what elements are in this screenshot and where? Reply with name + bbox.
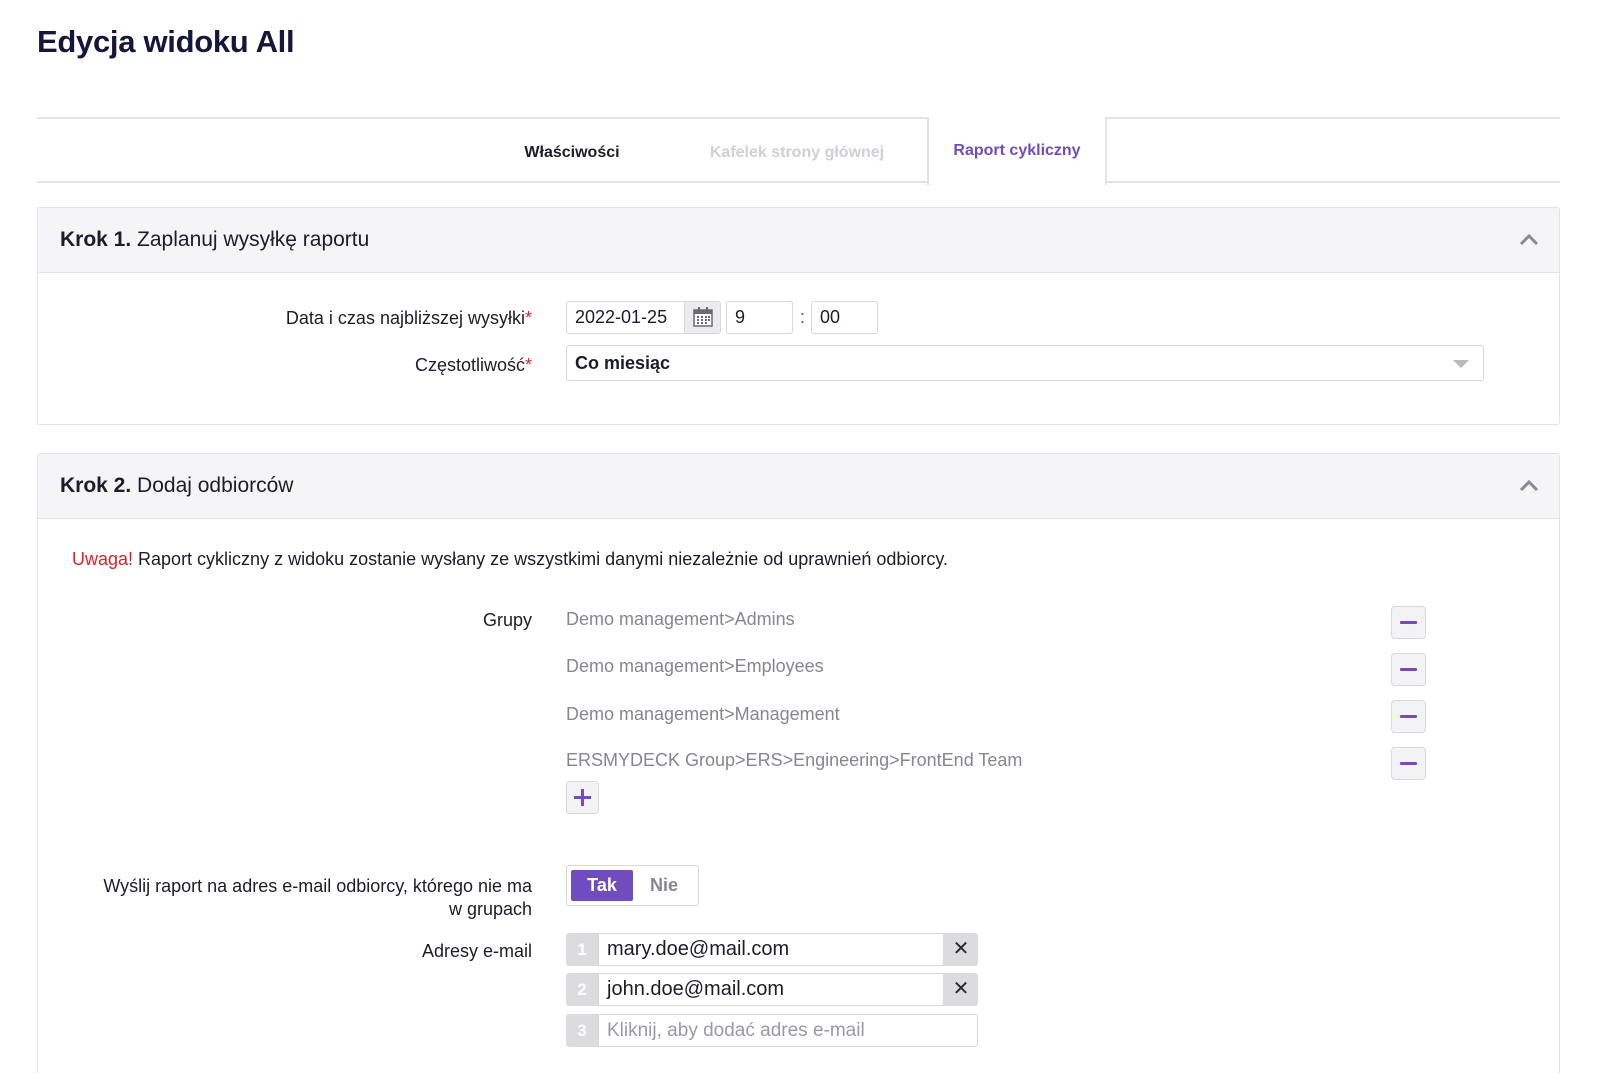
time-separator: : bbox=[800, 307, 806, 327]
add-group-button[interactable] bbox=[566, 781, 599, 814]
remove-group-button[interactable] bbox=[1391, 700, 1426, 733]
new-email-input[interactable]: Kliknij, aby dodać adres e-mail bbox=[598, 1014, 978, 1047]
warning-message: Uwaga! Raport cykliczny z widoku zostani… bbox=[72, 549, 948, 570]
toggle-no[interactable]: Nie bbox=[633, 870, 695, 901]
step1-panel: Krok 1. Zaplanuj wysyłkę raportu Data i … bbox=[37, 207, 1560, 425]
group-item: Demo management>Employees bbox=[566, 656, 824, 676]
dropdown-arrow-icon bbox=[1453, 360, 1469, 368]
step2-title-text: Dodaj odbiorców bbox=[137, 474, 294, 497]
frequency-value: Co miesiąc bbox=[575, 353, 671, 373]
email-index: 2 bbox=[566, 973, 598, 1006]
tab-cyclic-report[interactable]: Raport cykliczny bbox=[927, 117, 1107, 185]
toggle-yes[interactable]: Tak bbox=[571, 870, 633, 901]
send-outside-label-line1: Wyślij raport na adres e-mail odbiorcy, … bbox=[103, 876, 532, 896]
date-input[interactable]: 2022-01-25 bbox=[566, 301, 721, 334]
group-item: Demo management>Management bbox=[566, 704, 840, 724]
email-index: 1 bbox=[566, 933, 598, 966]
date-label-text: Data i czas najbliższej wysyłki bbox=[285, 308, 525, 328]
group-item: ERSMYDECK Group>ERS>Engineering>FrontEnd… bbox=[566, 750, 1023, 770]
step2-title: Krok 2. Dodaj odbiorców bbox=[60, 474, 293, 498]
date-label: Data i czas najbliższej wysyłki* bbox=[38, 308, 532, 329]
close-icon[interactable]: ✕ bbox=[944, 973, 978, 1006]
required-mark: * bbox=[524, 355, 532, 375]
required-mark: * bbox=[524, 308, 532, 328]
chevron-up-icon[interactable] bbox=[1519, 232, 1539, 246]
warning-text: Raport cykliczny z widoku zostanie wysła… bbox=[133, 549, 949, 569]
date-value: 2022-01-25 bbox=[575, 307, 668, 327]
send-outside-label-line2: w grupach bbox=[448, 899, 532, 919]
step1-title: Krok 1. Zaplanuj wysyłkę raportu bbox=[60, 228, 369, 252]
tab-properties[interactable]: Właściwości bbox=[492, 119, 652, 183]
tab-bar: Właściwości Kafelek strony głównej Rapor… bbox=[37, 117, 1560, 185]
remove-group-button[interactable] bbox=[1391, 653, 1426, 686]
page-title: Edycja widoku All bbox=[37, 24, 295, 59]
minute-input[interactable]: 00 bbox=[811, 301, 878, 334]
calendar-icon bbox=[693, 307, 713, 327]
step2-header[interactable]: Krok 2. Dodaj odbiorców bbox=[38, 454, 1559, 519]
email-index: 3 bbox=[566, 1014, 598, 1047]
frequency-select[interactable]: Co miesiąc bbox=[566, 345, 1484, 381]
step1-header[interactable]: Krok 1. Zaplanuj wysyłkę raportu bbox=[38, 208, 1559, 273]
close-icon[interactable]: ✕ bbox=[944, 933, 978, 966]
frequency-label-text: Częstotliwość bbox=[414, 355, 525, 375]
send-outside-toggle: Tak Nie bbox=[566, 865, 699, 906]
step2-panel: Krok 2. Dodaj odbiorców Uwaga! Raport cy… bbox=[37, 453, 1560, 1073]
step2-step: Krok 2. bbox=[60, 474, 132, 497]
send-outside-label: Wyślij raport na adres e-mail odbiorcy, … bbox=[38, 875, 532, 921]
group-item: Demo management>Admins bbox=[566, 609, 795, 629]
remove-group-button[interactable] bbox=[1391, 747, 1426, 780]
step1-title-text: Zaplanuj wysyłkę raportu bbox=[137, 228, 370, 251]
warning-prefix: Uwaga! bbox=[72, 549, 134, 569]
step1-step: Krok 1. bbox=[60, 228, 132, 251]
chevron-up-icon[interactable] bbox=[1519, 478, 1539, 492]
frequency-label: Częstotliwość* bbox=[38, 355, 532, 376]
emails-label: Adresy e-mail bbox=[421, 941, 532, 961]
calendar-button[interactable] bbox=[684, 302, 720, 333]
groups-label: Grupy bbox=[482, 610, 532, 630]
email-field[interactable]: john.doe@mail.com bbox=[598, 973, 944, 1006]
remove-group-button[interactable] bbox=[1391, 606, 1426, 639]
tab-home-tile: Kafelek strony głównej bbox=[709, 144, 885, 161]
email-field[interactable]: mary.doe@mail.com bbox=[598, 933, 944, 966]
hour-input[interactable]: 9 bbox=[726, 301, 793, 334]
